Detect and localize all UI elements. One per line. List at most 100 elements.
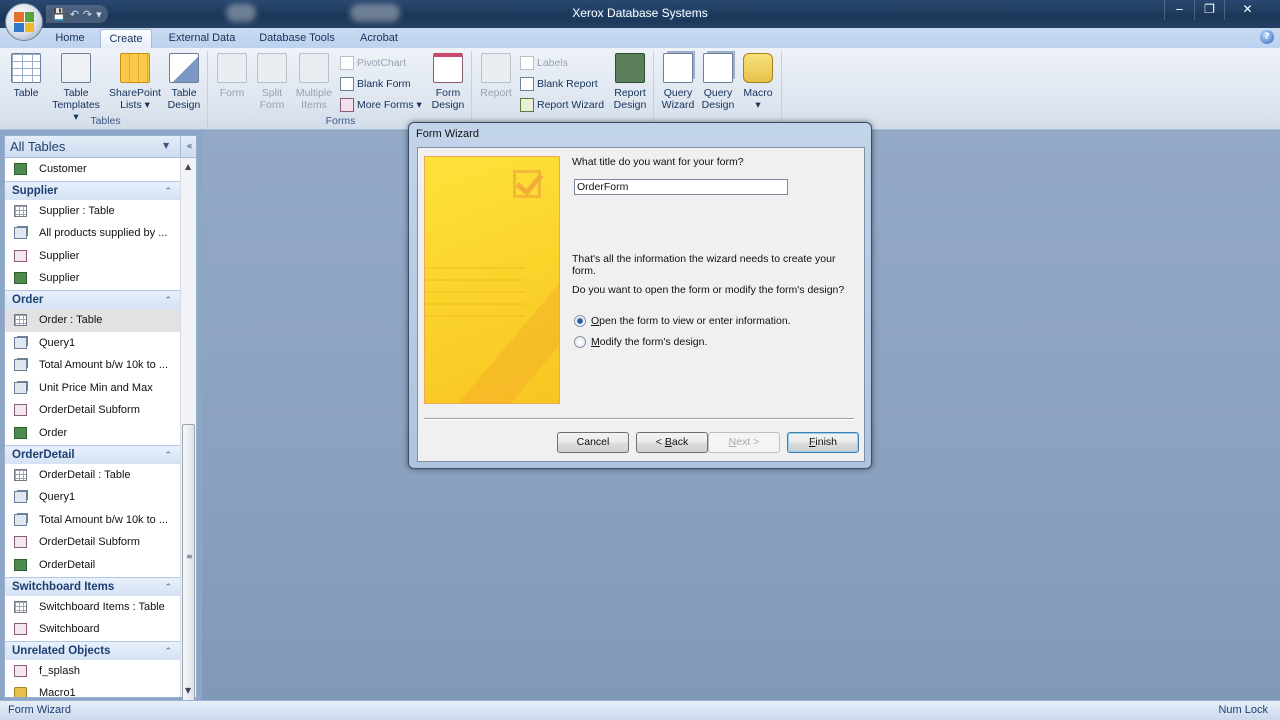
cancel-button[interactable]: Cancel <box>557 432 629 453</box>
nav-item[interactable]: Order <box>5 422 182 445</box>
scroll-thumb[interactable]: ≡ <box>182 424 195 704</box>
collapse-group-icon[interactable]: ⌃ <box>164 182 172 200</box>
query-design-button[interactable]: Query Design <box>698 53 738 111</box>
nav-item[interactable]: OrderDetail : Table <box>5 464 182 487</box>
nav-group-header[interactable]: Order ⌃ <box>5 289 182 309</box>
split-form-sublabel: Form <box>259 99 285 111</box>
nav-group-header[interactable]: OrderDetail ⌃ <box>5 444 182 464</box>
pivotchart-button[interactable]: PivotChart <box>340 54 406 72</box>
nav-item[interactable]: All products supplied by ... <box>5 222 182 245</box>
minimize-button[interactable]: ‒ <box>1164 0 1194 20</box>
collapse-group-icon[interactable]: ⌃ <box>164 578 172 596</box>
title-bar: 💾 ↶ ↷ ▾ Xerox Database Systems ‒ ❐ ✕ <box>0 0 1280 28</box>
report-icon <box>14 272 27 285</box>
nav-group-header[interactable]: Unrelated Objects ⌃ <box>5 640 182 660</box>
nav-item[interactable]: Query1 <box>5 332 182 355</box>
query-wizard-button[interactable]: Query Wizard <box>658 53 698 111</box>
modify-design-radio[interactable] <box>574 336 586 348</box>
form-title-question: What title do you want for your form? <box>572 156 744 168</box>
table-design-button[interactable]: Table Design <box>164 53 204 111</box>
collapse-group-icon[interactable]: ⌃ <box>164 642 172 660</box>
report-design-button[interactable]: Report Design <box>608 53 652 111</box>
query-design-label: Query <box>703 87 733 99</box>
nav-dropdown-icon[interactable]: ▼ <box>163 141 169 150</box>
tab-home[interactable]: Home <box>48 29 92 48</box>
nav-item-label: f_splash <box>39 664 80 677</box>
nav-scrollbar[interactable]: ▲ ≡ ▼ <box>180 158 196 704</box>
open-form-option[interactable]: Open the form to view or enter informati… <box>574 315 791 327</box>
close-button[interactable]: ✕ <box>1224 0 1270 20</box>
report-wizard-button[interactable]: Report Wizard <box>520 96 604 114</box>
open-form-label: Open the form to view or enter informati… <box>591 315 791 327</box>
macro-button[interactable]: Macro ▾ <box>738 53 778 111</box>
report-button[interactable]: Report <box>476 53 516 99</box>
office-button[interactable] <box>5 3 43 41</box>
nav-item-label: Supplier <box>39 249 80 262</box>
next-button[interactable]: Next > <box>708 432 780 453</box>
nav-item[interactable]: Query1 <box>5 486 182 509</box>
nav-group-title: Unrelated Objects <box>12 644 111 657</box>
blank-report-icon <box>520 77 534 91</box>
nav-item[interactable]: Customer <box>5 158 182 181</box>
nav-item[interactable]: OrderDetail Subform <box>5 531 182 554</box>
sharepoint-lists-label: SharePoint <box>109 87 161 99</box>
table-templates-button[interactable]: Table Templates ▾ <box>48 53 104 123</box>
form-icon <box>14 623 27 636</box>
nav-group-title: Order <box>12 293 44 306</box>
tab-create[interactable]: Create <box>100 29 152 48</box>
labels-button[interactable]: Labels <box>520 54 568 72</box>
blank-report-button[interactable]: Blank Report <box>520 75 598 93</box>
nav-item-label: OrderDetail Subform <box>39 404 140 417</box>
back-button[interactable]: < Back <box>636 432 708 453</box>
nav-item[interactable]: OrderDetail <box>5 554 182 577</box>
modify-design-option[interactable]: Modify the form's design. <box>574 336 707 348</box>
nav-item-label: Total Amount b/w 10k to ... <box>39 513 169 526</box>
split-form-button[interactable]: Split Form <box>254 53 290 111</box>
scroll-up-icon[interactable]: ▲ <box>185 162 191 171</box>
nav-group-title: OrderDetail <box>12 448 75 461</box>
nav-item[interactable]: f_splash <box>5 660 182 683</box>
finish-button[interactable]: Finish <box>787 432 859 453</box>
nav-item[interactable]: Switchboard Items : Table <box>5 596 182 619</box>
nav-item[interactable]: Total Amount b/w 10k to ... <box>5 509 182 532</box>
scroll-down-icon[interactable]: ▼ <box>185 686 191 695</box>
nav-item-label: OrderDetail : Table <box>39 468 131 481</box>
tab-external-data[interactable]: External Data <box>162 29 242 48</box>
table-icon <box>11 53 41 83</box>
nav-item[interactable]: Supplier <box>5 267 182 290</box>
nav-group-header[interactable]: Switchboard Items ⌃ <box>5 576 182 596</box>
nav-item[interactable]: Supplier <box>5 245 182 268</box>
more-forms-button[interactable]: More Forms ▾ <box>340 96 422 114</box>
sharepoint-lists-button[interactable]: SharePoint Lists ▾ <box>106 53 164 111</box>
multiple-items-button[interactable]: Multiple Items <box>292 53 336 111</box>
nav-item-label: Order : Table <box>39 313 103 326</box>
num-lock-indicator: Num Lock <box>1218 704 1268 716</box>
table-button-label: Table <box>13 87 39 99</box>
collapse-group-icon[interactable]: ⌃ <box>164 446 172 464</box>
blank-form-button[interactable]: Blank Form <box>340 75 411 93</box>
nav-item[interactable]: Supplier : Table <box>5 200 182 223</box>
form-design-button[interactable]: Form Design <box>428 53 468 111</box>
nav-item[interactable]: Macro1 <box>5 682 182 697</box>
restore-button[interactable]: ❐ <box>1194 0 1224 20</box>
form-title-input[interactable] <box>574 179 788 195</box>
blank-report-label: Blank Report <box>537 78 598 90</box>
collapse-group-icon[interactable]: ⌃ <box>164 291 172 309</box>
open-form-radio[interactable] <box>574 315 586 327</box>
nav-group-header[interactable]: Supplier ⌃ <box>5 180 182 200</box>
nav-collapse-button[interactable]: « <box>180 136 198 158</box>
nav-item[interactable]: Total Amount b/w 10k to ... <box>5 354 182 377</box>
blank-form-label: Blank Form <box>357 78 411 90</box>
nav-header[interactable]: All Tables ▼ « <box>5 136 196 158</box>
tab-acrobat[interactable]: Acrobat <box>352 29 406 48</box>
nav-item[interactable]: OrderDetail Subform <box>5 399 182 422</box>
table-button[interactable]: Table <box>6 53 46 99</box>
table-icon <box>14 313 27 326</box>
nav-item[interactable]: Switchboard <box>5 618 182 641</box>
nav-item[interactable]: Order : Table <box>5 308 182 332</box>
tab-database-tools[interactable]: Database Tools <box>254 29 340 48</box>
help-icon[interactable]: ? <box>1260 30 1274 44</box>
nav-item[interactable]: Unit Price Min and Max <box>5 377 182 400</box>
form-button[interactable]: Form <box>214 53 250 99</box>
form-icon <box>14 664 27 677</box>
